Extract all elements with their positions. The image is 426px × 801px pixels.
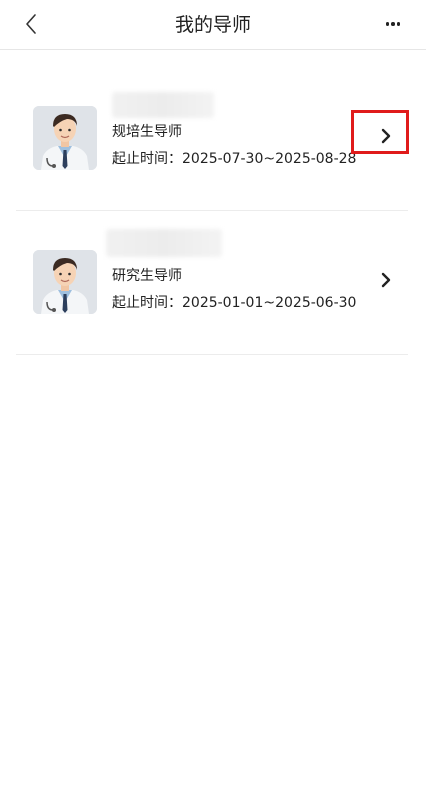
mentor-date-row: 起止时间：2025-01-01~2025-06-30 bbox=[112, 292, 356, 312]
date-label: 起止时间： bbox=[112, 295, 182, 311]
mentor-role: 规培生导师 bbox=[112, 124, 182, 140]
nav-bar: 我的导师 bbox=[0, 0, 426, 50]
date-range: 2025-01-01~2025-06-30 bbox=[182, 295, 357, 311]
mentor-card[interactable]: 研究生导师 起止时间：2025-01-01~2025-06-30 bbox=[16, 211, 408, 355]
more-dot bbox=[396, 22, 401, 26]
doctor-avatar bbox=[33, 250, 97, 314]
doctor-avatar-image bbox=[33, 106, 97, 170]
mentor-name-redacted bbox=[112, 92, 214, 118]
doctor-avatar bbox=[33, 106, 97, 170]
date-label: 起止时间： bbox=[112, 151, 182, 167]
highlight-box bbox=[351, 110, 409, 154]
date-range: 2025-07-30~2025-08-28 bbox=[182, 151, 357, 167]
mentor-date-row: 起止时间：2025-07-30~2025-08-28 bbox=[112, 148, 356, 168]
more-button[interactable] bbox=[382, 14, 404, 34]
more-dot bbox=[391, 22, 395, 26]
chevron-right-icon[interactable] bbox=[376, 270, 396, 290]
mentor-card[interactable]: 规培生导师 起止时间：2025-07-30~2025-08-28 bbox=[16, 50, 408, 211]
more-dot bbox=[385, 22, 390, 26]
mentor-role: 研究生导师 bbox=[112, 268, 182, 284]
mentor-name-redacted bbox=[106, 229, 222, 257]
doctor-avatar-image bbox=[33, 250, 97, 314]
page-title: 我的导师 bbox=[174, 14, 251, 36]
